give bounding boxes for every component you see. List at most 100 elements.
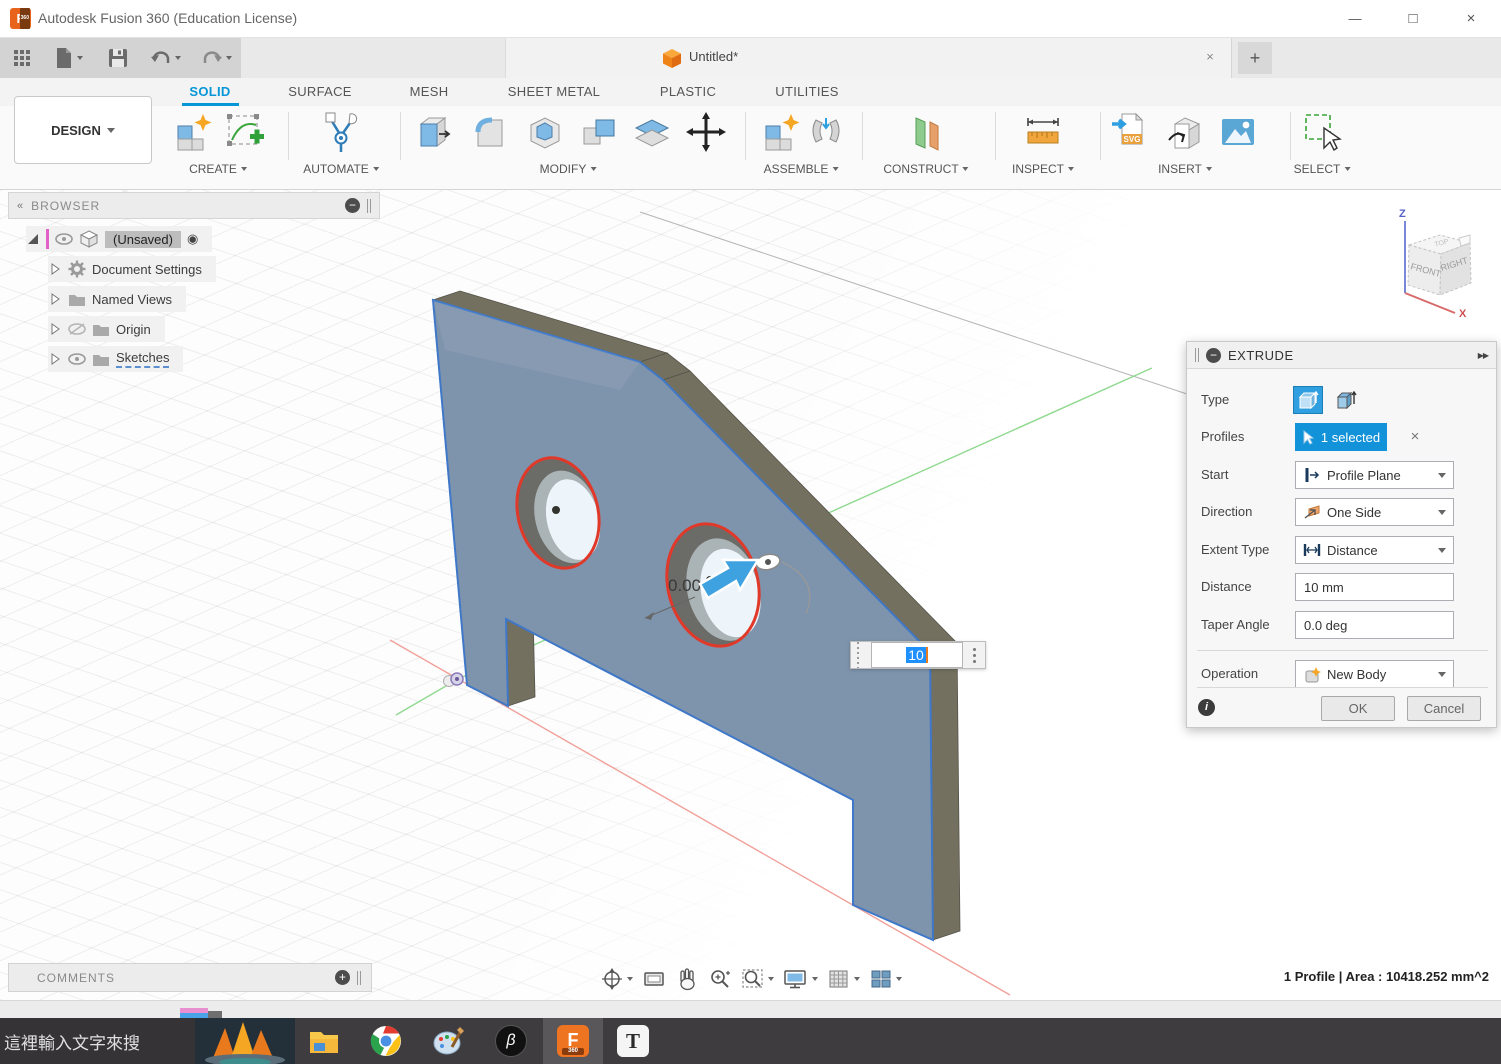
construct-group-label[interactable]: CONSTRUCT <box>883 162 968 176</box>
browser-item-named-views[interactable]: Named Views <box>48 286 186 312</box>
visibility-off-eye-icon[interactable] <box>68 322 86 336</box>
tab-solid[interactable]: SOLID <box>189 84 230 99</box>
grid-snaps-button[interactable] <box>827 967 860 991</box>
input-options-menu-icon[interactable] <box>963 642 985 668</box>
tab-plastic[interactable]: PLASTIC <box>660 84 716 99</box>
browser-item-sketches[interactable]: Sketches <box>48 346 183 372</box>
new-solid-icon[interactable] <box>170 110 214 156</box>
tab-sheet-metal[interactable]: SHEET METAL <box>508 84 600 99</box>
viewport-canvas[interactable]: 0.00 Z X FRONT RIGHT TOP « <box>0 190 1501 1000</box>
direction-dropdown[interactable]: One Side <box>1295 498 1454 526</box>
document-tab[interactable]: Untitled* × <box>505 38 1232 78</box>
expander-arrow-icon[interactable] <box>48 322 62 336</box>
chrome-icon[interactable] <box>370 1025 402 1057</box>
taper-angle-input[interactable] <box>1295 611 1454 639</box>
design-workspace-selector[interactable]: DESIGN <box>14 96 152 164</box>
model-right-face[interactable] <box>930 643 960 940</box>
select-icon[interactable] <box>1300 110 1344 156</box>
modify-group-label[interactable]: MODIFY <box>540 162 597 176</box>
redo-button[interactable] <box>201 46 232 70</box>
tab-utilities[interactable]: UTILITIES <box>775 84 838 99</box>
profiles-selection-button[interactable]: 1 selected <box>1295 423 1387 451</box>
distance-value-field[interactable]: 10 <box>871 642 963 668</box>
new-component-icon[interactable] <box>758 110 802 156</box>
app-b-icon[interactable]: β <box>495 1025 527 1057</box>
file-menu-button[interactable] <box>54 46 83 70</box>
browser-root-row[interactable]: (Unsaved) ◉ <box>26 226 212 252</box>
expanded-root-arrow-icon[interactable] <box>26 232 40 246</box>
insert-svg-icon[interactable]: SVG <box>1108 110 1152 156</box>
expander-arrow-icon[interactable] <box>48 292 62 306</box>
collapse-panel-icon[interactable]: « <box>17 200 21 212</box>
offset-face-icon[interactable] <box>630 110 674 156</box>
fusion360-taskbar-icon[interactable]: F360 <box>557 1025 589 1057</box>
measure-icon[interactable] <box>1021 110 1065 156</box>
extrude-type-solid-button[interactable] <box>1293 386 1323 414</box>
move-icon[interactable] <box>684 110 728 156</box>
panel-grip[interactable] <box>367 199 371 213</box>
inspect-group-label[interactable]: INSPECT <box>1012 162 1074 176</box>
zoom-button[interactable] <box>708 967 732 991</box>
dialog-expand-icon[interactable]: ▶▶ <box>1478 351 1488 360</box>
viewports-button[interactable] <box>869 967 902 991</box>
ok-button[interactable]: OK <box>1321 696 1395 721</box>
expander-arrow-icon[interactable] <box>48 262 62 276</box>
hole-left-center-point[interactable] <box>552 506 560 514</box>
combine-icon[interactable] <box>578 110 622 156</box>
browser-item-label[interactable]: Sketches <box>116 350 169 368</box>
visibility-eye-icon[interactable] <box>55 233 73 245</box>
browser-item-origin[interactable]: Origin <box>48 316 165 342</box>
select-group-label[interactable]: SELECT <box>1294 162 1351 176</box>
dialog-grip[interactable] <box>1195 348 1199 362</box>
remove-panel-icon[interactable]: − <box>345 198 360 213</box>
browser-item-label[interactable]: Named Views <box>92 292 172 307</box>
browser-item-label[interactable]: Document Settings <box>92 262 202 277</box>
panel-grip[interactable] <box>357 971 361 985</box>
save-button[interactable] <box>108 46 128 70</box>
create-sketch-icon[interactable] <box>223 110 267 156</box>
paint-icon[interactable] <box>432 1025 464 1057</box>
shell-icon[interactable] <box>523 110 567 156</box>
start-dropdown[interactable]: Profile Plane <box>1295 461 1454 489</box>
file-explorer-icon[interactable] <box>308 1025 340 1057</box>
browser-header[interactable]: « BROWSER − <box>8 192 380 219</box>
operation-dropdown[interactable]: New Body <box>1295 660 1454 688</box>
info-icon[interactable]: i <box>1198 699 1215 716</box>
orbit-button[interactable] <box>600 967 633 991</box>
comments-panel[interactable]: COMMENTS + <box>8 963 372 992</box>
visibility-eye-icon[interactable] <box>68 353 86 365</box>
browser-item-label[interactable]: Origin <box>116 322 151 337</box>
automate-icon[interactable] <box>319 110 363 156</box>
close-button[interactable]: × <box>1454 6 1488 32</box>
document-tab-close-icon[interactable]: × <box>1201 48 1219 66</box>
expander-arrow-icon[interactable] <box>48 352 62 366</box>
view-cube[interactable]: Z X FRONT RIGHT TOP <box>1385 205 1495 317</box>
create-group-label[interactable]: CREATE <box>189 162 247 176</box>
fillet-icon[interactable] <box>468 110 512 156</box>
news-widget-image[interactable] <box>195 1018 295 1064</box>
origin-point-marker[interactable] <box>444 673 464 687</box>
insert-derive-icon[interactable] <box>1163 110 1207 156</box>
joint-icon[interactable] <box>804 110 848 156</box>
press-pull-icon[interactable] <box>413 110 457 156</box>
extent-type-dropdown[interactable]: Distance <box>1295 536 1454 564</box>
look-at-button[interactable] <box>642 967 666 991</box>
app-grid-menu-icon[interactable] <box>12 46 32 70</box>
undo-button[interactable] <box>150 46 181 70</box>
insert-canvas-icon[interactable] <box>1216 110 1260 156</box>
activate-component-radio[interactable]: ◉ <box>187 231 198 247</box>
pan-button[interactable] <box>675 967 699 991</box>
new-document-tab-button[interactable]: + <box>1238 42 1272 74</box>
minimize-button[interactable]: — <box>1338 6 1372 32</box>
display-settings-button[interactable] <box>783 967 818 991</box>
distance-input[interactable] <box>1295 573 1454 601</box>
document-root-label[interactable]: (Unsaved) <box>105 231 181 248</box>
construct-plane-icon[interactable] <box>904 110 948 156</box>
input-drag-handle[interactable] <box>851 642 871 668</box>
fit-button[interactable] <box>741 967 774 991</box>
cancel-button[interactable]: Cancel <box>1407 696 1481 721</box>
inline-distance-input-box[interactable]: 10 <box>850 641 986 669</box>
browser-item-document-settings[interactable]: Document Settings <box>48 256 216 282</box>
insert-group-label[interactable]: INSERT <box>1158 162 1212 176</box>
extrude-dialog-header[interactable]: − EXTRUDE ▶▶ <box>1187 342 1496 369</box>
